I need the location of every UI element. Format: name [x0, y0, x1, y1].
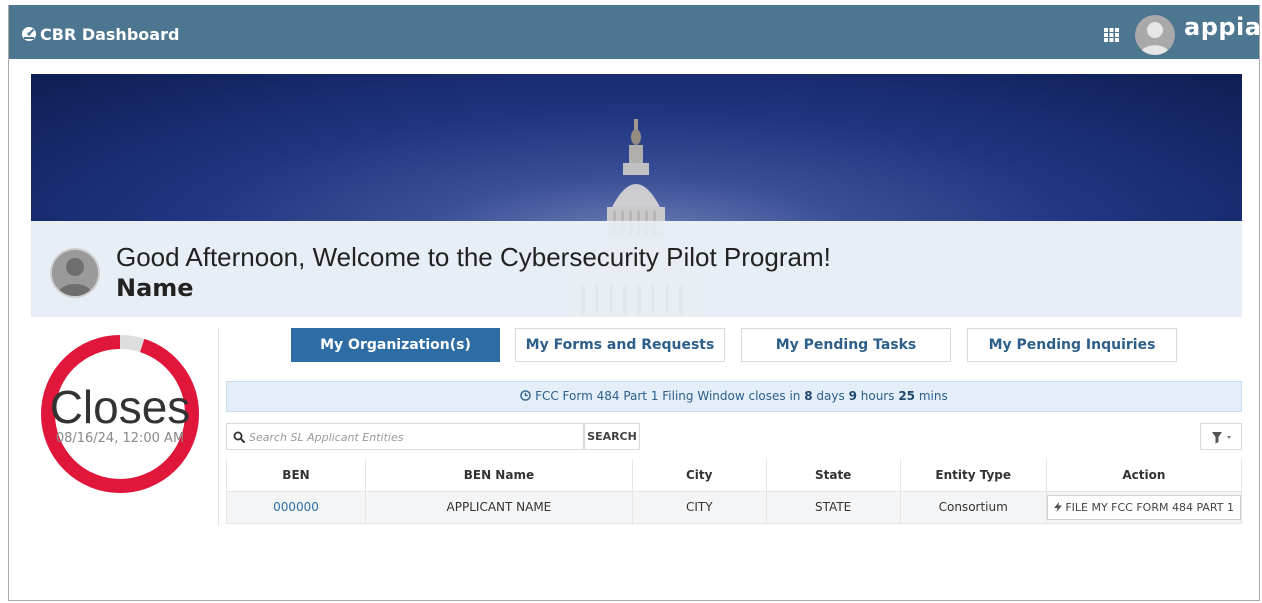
tab-my-organizations[interactable]: My Organization(s)	[291, 328, 500, 362]
filter-button[interactable]	[1200, 423, 1242, 450]
ben-link[interactable]: 000000	[226, 490, 366, 524]
table-header-row: BEN BEN Name City State Entity Type Acti…	[226, 459, 1243, 492]
search-icon	[233, 431, 245, 443]
column-header-entity-type[interactable]: Entity Type	[899, 459, 1047, 492]
notice-hours-label: hours	[860, 389, 895, 403]
column-header-ben[interactable]: BEN	[226, 459, 366, 492]
dashboard-gauge-icon	[22, 27, 36, 41]
notice-text: FCC Form 484 Part 1 Filing Window closes…	[535, 389, 801, 403]
state-cell: STATE	[765, 490, 901, 524]
deadline-date: 08/16/24, 12:00 AM	[55, 431, 185, 446]
appian-logo: appian	[1184, 13, 1260, 41]
notice-hours: 9	[848, 389, 857, 403]
app-window: CBR Dashboard appian	[8, 5, 1260, 601]
notice-days: 8	[804, 389, 813, 403]
column-header-state[interactable]: State	[765, 459, 901, 492]
app-title-link[interactable]: CBR Dashboard	[21, 5, 179, 59]
tab-my-forms-and-requests[interactable]: My Forms and Requests	[515, 328, 725, 362]
notice-days-label: days	[816, 389, 845, 403]
tab-my-pending-tasks[interactable]: My Pending Tasks	[741, 328, 951, 362]
column-header-city[interactable]: City	[631, 459, 767, 492]
file-fcc-form-button[interactable]: FILE MY FCC FORM 484 PART 1	[1046, 494, 1241, 520]
table-row: 000000 APPLICANT NAME CITY STATE Consort…	[226, 490, 1243, 524]
column-header-action: Action	[1045, 459, 1243, 492]
deadline-donut: Closes 08/16/24, 12:00 AM	[38, 332, 202, 496]
file-fcc-form-label: FILE MY FCC FORM 484 PART 1	[1065, 500, 1234, 514]
search-box	[226, 423, 584, 450]
app-title: CBR Dashboard	[40, 25, 180, 44]
filing-window-notice: FCC Form 484 Part 1 Filing Window closes…	[226, 381, 1242, 412]
action-cell: FILE MY FCC FORM 484 PART 1	[1045, 490, 1243, 524]
welcome-greeting: Good Afternoon, Welcome to the Cybersecu…	[116, 242, 831, 272]
lightning-bolt-icon	[1053, 501, 1062, 512]
notice-mins-label: mins	[918, 389, 948, 403]
applicant-entities-table: BEN BEN Name City State Entity Type Acti…	[226, 459, 1243, 524]
vertical-divider	[218, 328, 219, 526]
column-header-ben-name[interactable]: BEN Name	[365, 459, 633, 492]
notice-mins: 25	[898, 389, 916, 403]
top-header: CBR Dashboard appian	[9, 5, 1260, 59]
profile-photo	[50, 248, 100, 298]
user-name: Name	[116, 274, 194, 302]
clock-icon	[520, 390, 532, 401]
user-silhouette-icon	[1140, 22, 1170, 55]
search-button[interactable]: SEARCH	[584, 423, 640, 450]
city-cell: CITY	[631, 490, 767, 524]
hero-banner: Good Afternoon, Welcome to the Cybersecu…	[31, 74, 1242, 317]
grid-icon[interactable]	[1104, 28, 1119, 42]
entity-type-cell: Consortium	[899, 490, 1047, 524]
deadline-label: Closes	[49, 381, 191, 433]
tab-my-pending-inquiries[interactable]: My Pending Inquiries	[967, 328, 1177, 362]
search-input[interactable]	[249, 427, 579, 447]
user-avatar[interactable]	[1135, 15, 1175, 55]
user-silhouette-icon	[52, 250, 98, 296]
ben-name-cell: APPLICANT NAME	[365, 490, 633, 524]
filter-icon	[1212, 432, 1231, 444]
